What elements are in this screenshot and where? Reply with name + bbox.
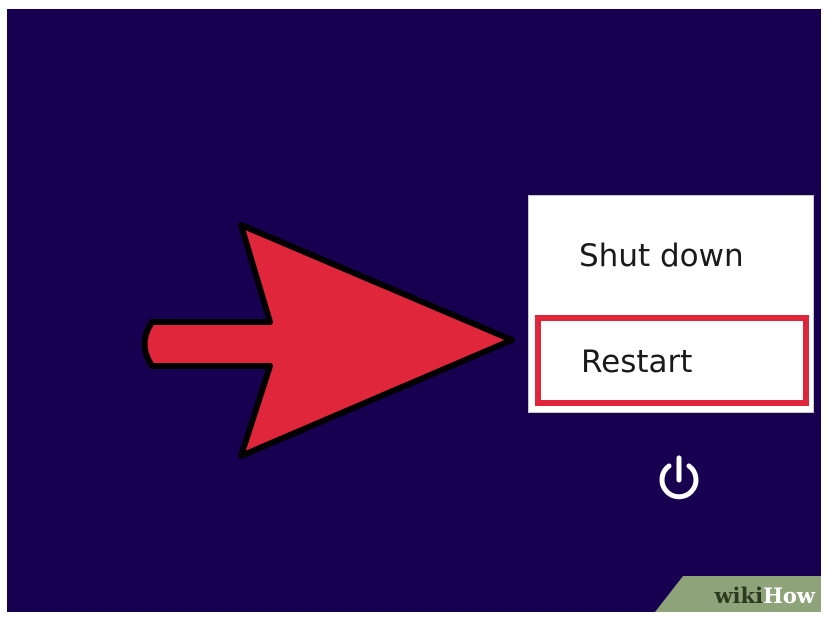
shut-down-option[interactable]: Shut down <box>529 241 813 272</box>
power-menu: Shut down Restart <box>528 195 814 413</box>
watermark-wiki: wiki <box>714 583 764 608</box>
restart-label: Restart <box>581 344 693 380</box>
lock-screen: Shut down Restart wikiHow <box>7 9 821 612</box>
restart-option[interactable]: Restart <box>535 315 809 406</box>
shut-down-label: Shut down <box>579 238 744 274</box>
power-icon[interactable] <box>651 450 707 506</box>
watermark-text: wikiHow <box>714 583 815 608</box>
wikihow-watermark: wikiHow <box>655 576 821 612</box>
watermark-how: How <box>763 583 815 608</box>
